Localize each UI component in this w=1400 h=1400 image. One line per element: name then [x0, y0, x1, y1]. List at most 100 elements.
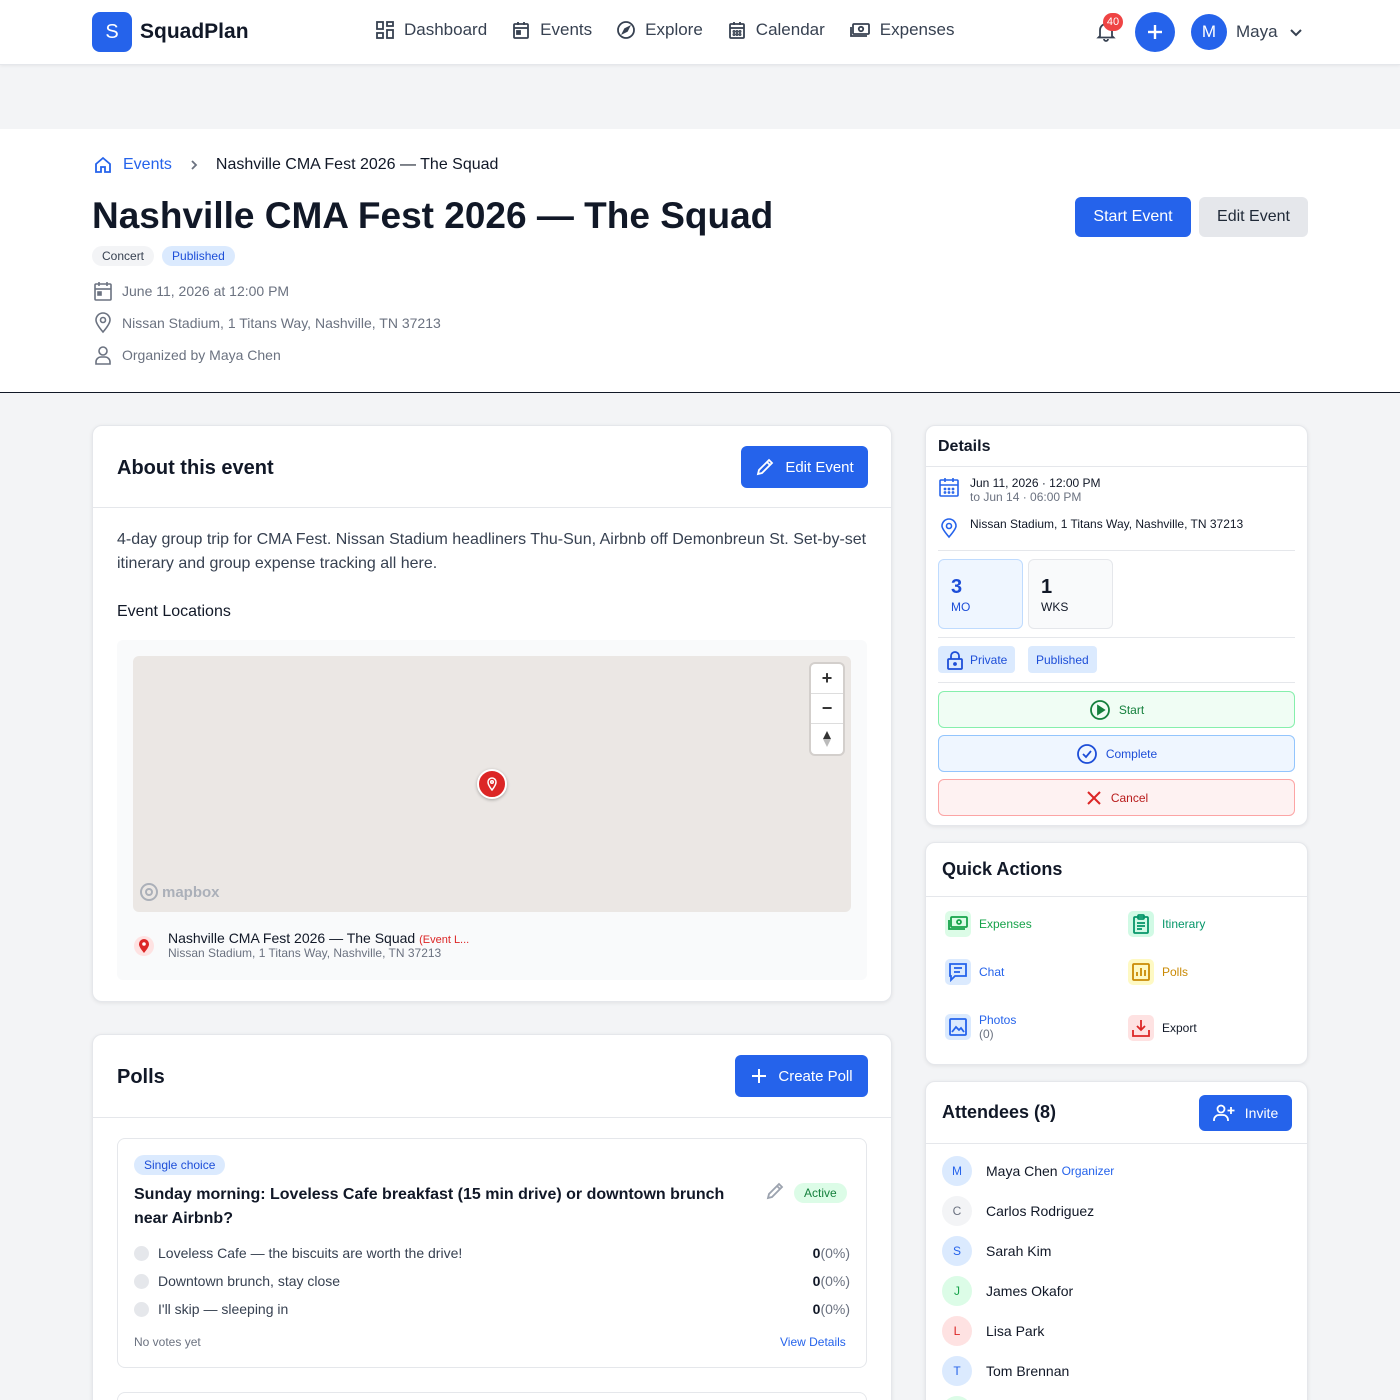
event-date-text: June 11, 2026 at 12:00 PM: [122, 283, 290, 299]
nav-explore[interactable]: Explore: [616, 20, 703, 40]
location-info: Nashville CMA Fest 2026 — The Squad (Eve…: [168, 930, 469, 960]
zoom-in-button[interactable]: +: [811, 664, 843, 694]
qa-polls[interactable]: Polls: [1128, 959, 1188, 985]
divider: [938, 637, 1295, 638]
compass-button[interactable]: [811, 724, 843, 754]
nav-expenses[interactable]: Expenses: [849, 20, 955, 40]
poll-option-result: 0(0%): [813, 1245, 850, 1261]
attendee-avatar: C: [942, 1196, 972, 1226]
user-name[interactable]: Maya: [1236, 22, 1278, 42]
nav-events-label: Events: [540, 20, 593, 39]
north-arrow-icon: [823, 731, 831, 747]
divider: [938, 550, 1295, 551]
complete-button[interactable]: Complete: [938, 735, 1295, 772]
clipboard-icon: [1133, 914, 1149, 934]
attendee-row[interactable]: C Carlos Rodriguez: [942, 1196, 1094, 1226]
qa-expenses[interactable]: Expenses: [945, 911, 1032, 937]
breadcrumb-root-label: Events: [123, 156, 172, 173]
invite-button[interactable]: Invite: [1199, 1095, 1292, 1131]
start-button[interactable]: Start: [938, 691, 1295, 728]
nav-dashboard-label: Dashboard: [404, 20, 488, 39]
event-location: Nissan Stadium, 1 Titans Way, Nashville,…: [93, 312, 441, 334]
qa-itinerary-icon-wrap: [1128, 911, 1154, 937]
nav-calendar[interactable]: Calendar: [727, 20, 825, 40]
attendee-row[interactable]: J James Okafor: [942, 1276, 1073, 1306]
breadcrumb-events[interactable]: Events: [93, 155, 172, 175]
location-pin-icon: [487, 777, 497, 791]
edit-event-button[interactable]: Edit Event: [1199, 197, 1308, 237]
qa-photos[interactable]: Photos (0): [945, 1013, 1016, 1041]
poll-edit-button[interactable]: [765, 1181, 785, 1201]
attendee-avatar: M: [942, 1156, 972, 1186]
event-organizer-text: Organized by Maya Chen: [122, 347, 281, 363]
about-edit-button[interactable]: Edit Event: [741, 446, 868, 488]
details-date-end: to Jun 14 · 06:00 PM: [970, 490, 1082, 504]
user-avatar[interactable]: M: [1191, 14, 1227, 50]
plus-icon: [752, 1069, 767, 1083]
poll-option[interactable]: I'll skip — sleeping in 0(0%): [134, 1301, 850, 1317]
status-label: Published: [1036, 652, 1089, 667]
privacy-label: Private: [970, 652, 1008, 667]
poll-option[interactable]: Downtown brunch, stay close 0(0%): [134, 1273, 850, 1289]
location-name-row: Nashville CMA Fest 2026 — The Squad (Eve…: [168, 930, 469, 946]
attendee-row[interactable]: [942, 1396, 986, 1400]
details-location-text: Nissan Stadium, 1 Titans Way, Nashville,…: [970, 517, 1244, 531]
event-tags: Concert Published: [92, 246, 243, 266]
poll-option[interactable]: Loveless Cafe — the biscuits are worth t…: [134, 1245, 850, 1261]
nav-events[interactable]: Events: [511, 20, 592, 40]
poll-option-radio[interactable]: [134, 1301, 149, 1317]
attendee-row[interactable]: T Tom Brennan: [942, 1356, 1069, 1386]
zoom-out-button[interactable]: −: [811, 694, 843, 724]
map-marker[interactable]: [477, 769, 507, 799]
details-date: Jun 11, 2026 · 12:00 PM to Jun 14 · 06:0…: [938, 476, 1101, 504]
notification-badge: 40: [1103, 13, 1123, 31]
qa-chat[interactable]: Chat: [945, 959, 1004, 985]
qa-itinerary[interactable]: Itinerary: [1128, 911, 1205, 937]
about-card: About this event Edit Event 4-day group …: [92, 425, 892, 1002]
attendee-name: Carlos Rodriguez: [986, 1203, 1095, 1219]
countdown-weeks: 1 WKS: [1028, 559, 1113, 629]
money-icon: [849, 23, 870, 37]
qa-polls-label: Polls: [1162, 965, 1189, 979]
qa-photos-label: Photos: [979, 1013, 1017, 1027]
qa-export-icon-wrap: [1128, 1015, 1154, 1041]
start-event-button[interactable]: Start Event: [1075, 197, 1191, 237]
create-button[interactable]: [1135, 12, 1175, 52]
pencil-icon: [757, 458, 774, 476]
calendar-icon: [728, 22, 745, 39]
cancel-button[interactable]: Cancel: [938, 779, 1295, 816]
countdown-months-value: 3: [951, 576, 963, 598]
attendee-row[interactable]: S Sarah Kim: [942, 1236, 1051, 1266]
polls-card: Polls Create Poll Single choice Sunday m…: [92, 1034, 892, 1400]
poll-option-radio[interactable]: [134, 1245, 149, 1261]
divider: [938, 682, 1295, 683]
event-location-text: Nissan Stadium, 1 Titans Way, Nashville,…: [122, 315, 441, 331]
brand[interactable]: S SquadPlan: [92, 12, 249, 52]
attendee-row[interactable]: L Lisa Park: [942, 1316, 1044, 1346]
invite-label: Invite: [1244, 1105, 1279, 1121]
qa-export[interactable]: Export: [1128, 1015, 1197, 1041]
attendee-avatar: L: [942, 1316, 972, 1346]
poll-option-percent: (0%): [820, 1301, 850, 1317]
qa-polls-icon-wrap: [1128, 959, 1154, 985]
poll-item: Single choice Sunday morning: Loveless C…: [117, 1138, 867, 1368]
cancel-label: Cancel: [1110, 790, 1149, 805]
poll-view-details-link[interactable]: View Details: [780, 1335, 846, 1349]
user-icon: [95, 346, 111, 365]
mapbox-label: mapbox: [162, 883, 220, 901]
nav-dashboard[interactable]: Dashboard: [375, 20, 487, 40]
location-list-item[interactable]: Nashville CMA Fest 2026 — The Squad (Eve…: [133, 930, 469, 960]
user-menu-toggle[interactable]: [1288, 25, 1304, 41]
nav-expenses-label: Expenses: [879, 20, 955, 39]
about-card-header: About this event Edit Event: [93, 426, 891, 508]
create-poll-button[interactable]: Create Poll: [735, 1055, 868, 1097]
pencil-icon: [766, 1182, 784, 1200]
compass-icon: [617, 21, 636, 39]
countdown-months-label: MO: [951, 600, 971, 614]
locations-panel: + − mapbox Nashville CMA Fest 2026 — The…: [117, 640, 867, 980]
map[interactable]: + − mapbox: [133, 656, 851, 912]
home-icon: [95, 156, 111, 173]
poll-option-radio[interactable]: [134, 1273, 149, 1289]
attendee-row[interactable]: M Maya Chen Organizer: [942, 1156, 1114, 1186]
event-header: Events Nashville CMA Fest 2026 — The Squ…: [0, 129, 1400, 393]
